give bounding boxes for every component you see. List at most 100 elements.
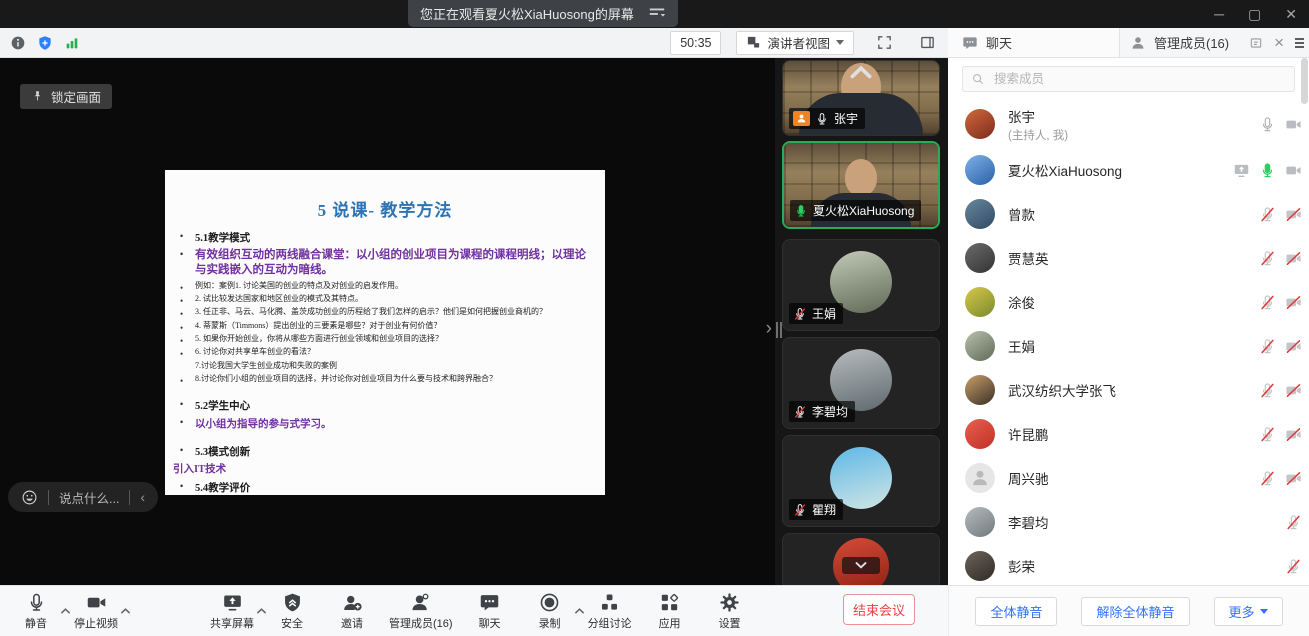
- collapse-left-icon[interactable]: ‹: [140, 489, 145, 505]
- video-tile-张宇[interactable]: 张宇: [782, 60, 940, 136]
- camera-muted-icon[interactable]: [1285, 294, 1302, 311]
- quick-chat-placeholder[interactable]: 说点什么...: [59, 488, 119, 507]
- mic-muted-icon[interactable]: [1259, 470, 1276, 487]
- toolbar-apps-button[interactable]: 应用: [640, 586, 700, 636]
- member-name: 涂俊: [1008, 292, 1035, 312]
- mic-icon[interactable]: [1259, 116, 1276, 133]
- camera-muted-icon[interactable]: [1285, 250, 1302, 267]
- toolbar-settings-button[interactable]: 设置: [700, 586, 760, 636]
- slide-line-text: 6. 讨论你对共享单车创业的看法？: [195, 347, 315, 356]
- member-search[interactable]: [962, 66, 1295, 92]
- banner-menu-icon[interactable]: [648, 6, 666, 21]
- member-row[interactable]: 贾慧英: [948, 236, 1309, 280]
- member-status-icons: [1285, 558, 1302, 575]
- toolbar-label: 邀请: [341, 615, 363, 631]
- side-panel-toggle-button[interactable]: [914, 31, 940, 55]
- search-input[interactable]: [992, 71, 1286, 87]
- toolbar-share-button[interactable]: 共享屏幕: [202, 586, 262, 636]
- camera-muted-icon[interactable]: [1285, 382, 1302, 399]
- camera-muted-icon[interactable]: [1285, 206, 1302, 223]
- settings-icon: [719, 592, 740, 613]
- emoji-icon[interactable]: [21, 489, 38, 506]
- popout-panel-icon[interactable]: [1249, 36, 1263, 50]
- minimize-button[interactable]: ─: [1214, 7, 1224, 21]
- end-meeting-button[interactable]: 结束会议: [843, 594, 915, 625]
- mic-active-icon[interactable]: [1259, 162, 1276, 179]
- member-info: 许昆鹏: [1008, 424, 1049, 444]
- mic-muted-icon[interactable]: [1259, 250, 1276, 267]
- members-panel-footer: 全体静音 解除全体静音 更多: [948, 585, 1309, 636]
- tab-chat[interactable]: 聊天: [948, 28, 1120, 58]
- member-row[interactable]: 夏火松XiaHuosong: [948, 148, 1309, 192]
- member-row[interactable]: 周兴驰: [948, 456, 1309, 500]
- strip-collapse-icon[interactable]: ›: [766, 318, 772, 340]
- scrollbar-thumb[interactable]: [1301, 58, 1308, 104]
- scroll-down-icon[interactable]: [842, 557, 880, 574]
- unmute-all-button[interactable]: 解除全体静音: [1081, 597, 1189, 626]
- camera-muted-icon[interactable]: [1285, 426, 1302, 443]
- quick-chat-bar[interactable]: 说点什么... ‹: [8, 482, 158, 512]
- presentation-slide: 5 说课- 教学方法 •5.1教学模式•有效组织互动的两线融合课堂：以小组的创业…: [165, 170, 605, 495]
- avatar: [965, 243, 995, 273]
- video-tile-瞿翔[interactable]: 瞿翔: [782, 435, 940, 527]
- video-thumbnail-strip: 张宇 夏火松XiaHuosong 王娟: [775, 58, 948, 585]
- member-row[interactable]: 彭荣: [948, 544, 1309, 585]
- video-tile-夏火松XiaHuosong[interactable]: 夏火松XiaHuosong: [782, 141, 940, 229]
- close-button[interactable]: ✕: [1285, 7, 1297, 21]
- member-row[interactable]: 涂俊: [948, 280, 1309, 324]
- strip-resize-handle[interactable]: [776, 322, 782, 338]
- member-row[interactable]: 武汉纺织大学张飞: [948, 368, 1309, 412]
- member-row[interactable]: 许昆鹏: [948, 412, 1309, 456]
- chat-icon: [479, 592, 500, 613]
- toolbar-members-button[interactable]: 管理成员(16): [382, 586, 460, 636]
- toolbar-invite-button[interactable]: 邀请: [322, 586, 382, 636]
- screen-share-banner[interactable]: 您正在观看夏火松XiaHuosong的屏幕: [408, 0, 678, 27]
- lock-view-label: 锁定画面: [51, 87, 101, 106]
- slide-title: 5 说课- 教学方法: [165, 196, 605, 221]
- toolbar-breakout-button[interactable]: 分组讨论: [580, 586, 640, 636]
- camera-muted-icon[interactable]: [1285, 470, 1302, 487]
- member-row[interactable]: 张宇 (主持人, 我): [948, 100, 1309, 148]
- network-signal-icon[interactable]: [62, 33, 82, 53]
- tab-members[interactable]: 管理成员(16) ×: [1120, 28, 1309, 58]
- toolbar-chat-button[interactable]: 聊天: [460, 586, 520, 636]
- video-tile-李碧均[interactable]: 李碧均: [782, 337, 940, 429]
- mute-all-button[interactable]: 全体静音: [975, 597, 1057, 626]
- member-row[interactable]: 曾款: [948, 192, 1309, 236]
- lock-view-button[interactable]: 锁定画面: [20, 84, 112, 109]
- chevron-down-icon: [836, 40, 844, 45]
- mic-muted-icon[interactable]: [1285, 558, 1302, 575]
- avatar: [965, 287, 995, 317]
- mic-muted-icon[interactable]: [1259, 426, 1276, 443]
- close-panel-icon[interactable]: ×: [1274, 34, 1284, 51]
- toolbar-record-button[interactable]: 录制: [520, 586, 580, 636]
- mic-muted-icon[interactable]: [1285, 514, 1302, 531]
- camera-icon[interactable]: [1285, 116, 1302, 133]
- toolbar-mic-button[interactable]: 静音: [6, 586, 66, 636]
- toolbar-label: 安全: [281, 615, 303, 631]
- mic-muted-icon[interactable]: [1259, 206, 1276, 223]
- mic-muted-icon: [793, 307, 807, 321]
- scroll-up-icon[interactable]: [848, 63, 874, 75]
- video-tile[interactable]: [782, 533, 940, 585]
- shield-plus-icon[interactable]: [35, 33, 55, 53]
- mic-muted-icon[interactable]: [1259, 338, 1276, 355]
- fullscreen-button[interactable]: [871, 31, 897, 55]
- info-icon[interactable]: [8, 33, 28, 53]
- mic-muted-icon[interactable]: [1259, 294, 1276, 311]
- more-button[interactable]: 更多: [1214, 597, 1283, 626]
- toolbar-camera-button[interactable]: 停止视频: [66, 586, 126, 636]
- member-row[interactable]: 李碧均: [948, 500, 1309, 544]
- toolbar-shield-button[interactable]: 安全: [262, 586, 322, 636]
- tile-name-label: 瞿翔: [789, 499, 843, 520]
- member-row[interactable]: 王娟: [948, 324, 1309, 368]
- camera-muted-icon[interactable]: [1285, 338, 1302, 355]
- chevron-up-icon[interactable]: [120, 601, 131, 609]
- panel-grip-icon[interactable]: [1295, 38, 1306, 48]
- mic-muted-icon[interactable]: [1259, 382, 1276, 399]
- toolbar-label: 共享屏幕: [210, 615, 254, 631]
- view-mode-button[interactable]: 演讲者视图: [736, 31, 854, 55]
- video-tile-王娟[interactable]: 王娟: [782, 239, 940, 331]
- camera-icon[interactable]: [1285, 162, 1302, 179]
- maximize-button[interactable]: ▢: [1248, 7, 1261, 21]
